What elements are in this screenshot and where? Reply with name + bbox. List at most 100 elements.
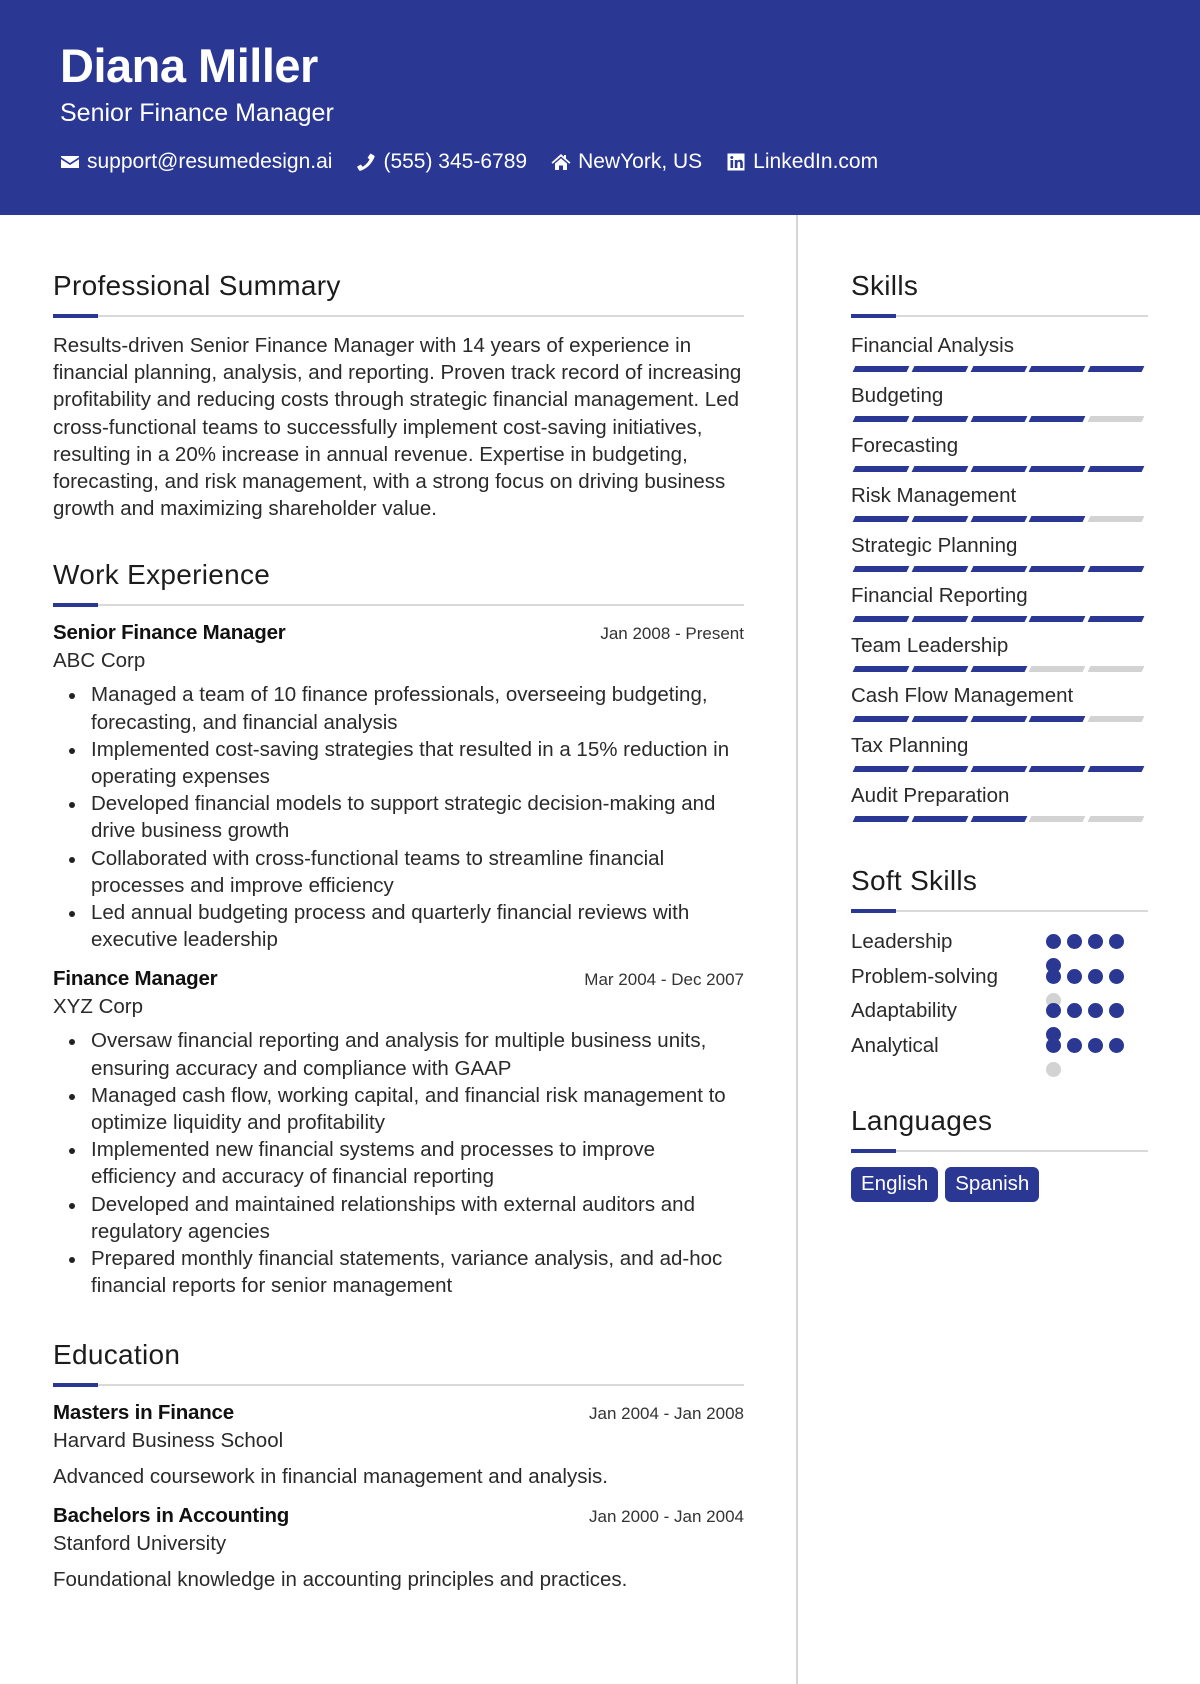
rating-segment-filled	[1087, 366, 1145, 372]
main-column: Professional Summary Results-driven Seni…	[53, 215, 744, 1593]
skill-name: Audit Preparation	[851, 784, 1010, 807]
column-divider	[796, 215, 798, 1684]
section-heading: Skills	[851, 270, 919, 301]
rating-segment-filled	[1028, 516, 1086, 522]
education-dates: Jan 2000 - Jan 2004	[588, 1507, 744, 1527]
degree-name: Bachelors in Accounting	[53, 1504, 290, 1528]
section-heading: Soft Skills	[851, 865, 978, 896]
contact-location-text: NewYork, US	[578, 150, 703, 173]
rating-segment-empty	[1087, 816, 1145, 822]
rating-segment-filled	[852, 766, 910, 772]
skill-name: Budgeting	[851, 384, 944, 407]
rating-segment-filled	[911, 416, 968, 422]
degree-name: Masters in Finance	[53, 1401, 234, 1425]
rating-segment-filled	[1028, 366, 1086, 372]
job-bullet: Managed a team of 10 finance professiona…	[53, 681, 744, 735]
soft-skill-rating	[1046, 1037, 1134, 1077]
contact-phone-text: (555) 345-6789	[383, 150, 528, 173]
section-heading: Professional Summary	[53, 270, 341, 301]
rating-dot-filled	[1067, 1037, 1082, 1053]
soft-skills-section: Soft Skills Leadership Problem-solving Ada…	[851, 863, 1148, 1077]
section-rule	[53, 314, 744, 318]
skill-item: Risk Management	[851, 482, 1148, 523]
rating-segment-empty	[1087, 666, 1145, 672]
rating-segment-filled	[970, 716, 1027, 722]
rating-segment-filled	[852, 466, 910, 472]
rating-segment-filled	[970, 566, 1027, 572]
section-heading: Languages	[851, 1105, 993, 1136]
section-rule	[851, 314, 1148, 318]
rating-segment-filled	[852, 616, 910, 622]
rating-segment-filled	[911, 666, 968, 672]
soft-skill-item: Analytical	[851, 1029, 1148, 1077]
soft-skill-name: Analytical	[851, 1033, 939, 1057]
soft-skill-name: Leadership	[851, 930, 953, 954]
rating-segment-filled	[1087, 616, 1145, 622]
job-company: XYZ Corp	[53, 995, 143, 1019]
soft-skill-item: Adaptability	[851, 994, 1148, 1043]
contact-email[interactable]: support@resumedesign.ai	[60, 147, 332, 177]
summary-text: Results-driven Senior Finance Manager wi…	[53, 334, 742, 521]
languages-section: Languages English Spanish	[851, 1103, 1148, 1202]
rating-segment-empty	[1087, 416, 1145, 422]
skill-rating-bar	[851, 566, 1148, 573]
candidate-title: Senior Finance Manager	[60, 99, 334, 127]
skill-item: Budgeting	[851, 382, 1148, 423]
rating-dot-filled	[1046, 1037, 1061, 1053]
skill-rating-bar	[851, 766, 1148, 773]
contact-linkedin[interactable]: LinkedIn.com	[726, 147, 878, 177]
contact-list: support@resumedesign.ai (555) 345-6789 N…	[60, 147, 902, 177]
rating-segment-filled	[911, 366, 968, 372]
rating-segment-filled	[970, 466, 1027, 472]
skill-item: Forecasting	[851, 432, 1148, 473]
rating-dot-filled	[1109, 1037, 1124, 1053]
education-description: Foundational knowledge in accounting pri…	[53, 1568, 628, 1592]
skill-name: Financial Analysis	[851, 334, 1014, 357]
rating-segment-filled	[852, 366, 910, 372]
section-rule	[53, 1383, 744, 1388]
rating-segment-filled	[852, 416, 910, 422]
skill-item: Team Leadership	[851, 632, 1148, 673]
education-entry: Masters in Finance Jan 2004 - Jan 2008 H…	[53, 1399, 744, 1490]
soft-skill-item: Problem-solving	[851, 960, 1148, 1008]
skill-item: Financial Reporting	[851, 582, 1148, 623]
rating-segment-filled	[970, 366, 1027, 372]
contact-location: NewYork, US	[551, 147, 702, 177]
contact-phone[interactable]: (555) 345-6789	[356, 147, 527, 177]
rating-dot-filled	[1067, 968, 1082, 984]
skill-rating-bar	[851, 516, 1148, 523]
soft-skill-rating	[1046, 934, 1134, 974]
rating-segment-filled	[911, 766, 968, 772]
job-bullets: Oversaw financial reporting and analysis…	[53, 1027, 744, 1299]
rating-segment-filled	[1028, 766, 1086, 772]
soft-skill-item: Leadership	[851, 925, 1148, 974]
education-section: Education Masters in Finance Jan 2004 - …	[53, 1337, 744, 1593]
job-bullet: Implemented new financial systems and pr…	[53, 1136, 744, 1190]
skill-rating-bar	[851, 416, 1148, 423]
skill-rating-bar	[851, 466, 1148, 473]
rating-segment-filled	[1028, 466, 1086, 472]
rating-segment-filled	[970, 616, 1027, 622]
rating-dot-filled	[1109, 968, 1124, 984]
school-name: Harvard Business School	[53, 1429, 284, 1453]
rating-segment-filled	[911, 716, 968, 722]
rating-segment-empty	[1087, 716, 1145, 722]
job-bullet: Prepared monthly financial statements, v…	[53, 1245, 744, 1299]
rating-segment-filled	[1087, 466, 1145, 472]
rating-segment-filled	[852, 666, 910, 672]
rating-segment-filled	[1028, 616, 1086, 622]
rating-segment-filled	[1028, 716, 1086, 722]
skill-item: Tax Planning	[851, 732, 1148, 773]
skills-list: Financial Analysis Budgeting Forecasting Ri…	[851, 332, 1148, 823]
soft-skill-rating	[1046, 1003, 1134, 1043]
education-entry: Bachelors in Accounting Jan 2000 - Jan 2…	[53, 1502, 744, 1593]
school-name: Stanford University	[53, 1532, 227, 1556]
summary-section: Professional Summary Results-driven Seni…	[53, 268, 744, 522]
section-rule	[53, 603, 744, 608]
job-bullet: Implemented cost-saving strategies that …	[53, 736, 744, 790]
section-rule	[851, 909, 1148, 913]
contact-email-text: support@resumedesign.ai	[87, 150, 333, 173]
experience-section: Work Experience Senior Finance Manager J…	[53, 557, 744, 1299]
rating-segment-filled	[852, 816, 910, 822]
home-icon	[551, 152, 571, 172]
